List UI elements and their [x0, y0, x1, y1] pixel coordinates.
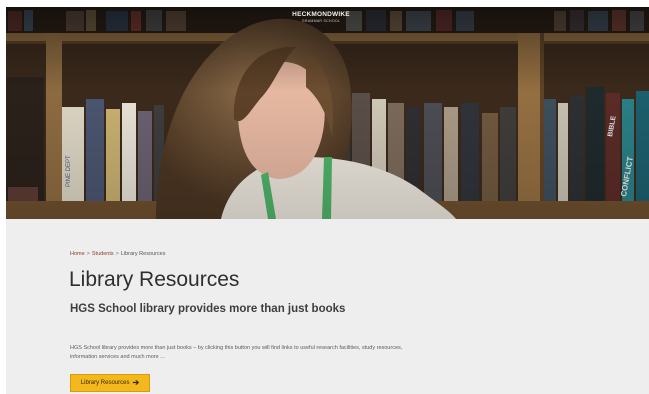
school-logo[interactable]: HECKMONDWIKE GRAMMAR SCHOOL [291, 11, 351, 23]
hero-banner: PINE DEPT BIBLE CONF [6, 7, 649, 219]
logo-subtitle: GRAMMAR SCHOOL [301, 19, 341, 23]
page-title: Library Resources [69, 268, 240, 291]
main-content: Home > Students > Library Resources Libr… [6, 219, 649, 394]
breadcrumb-current: Library Resources [120, 251, 166, 257]
breadcrumb: Home > Students > Library Resources [70, 251, 165, 257]
arrow-right-icon: ➔ [132, 378, 140, 387]
breadcrumb-separator: > [86, 251, 90, 257]
library-resources-button-label: Library Resources [80, 380, 130, 386]
page-subtitle: HGS School library provides more than ju… [70, 303, 346, 315]
page-frame: PINE DEPT BIBLE CONF [6, 7, 649, 394]
logo-title: HECKMONDWIKE [292, 11, 350, 18]
hero-image: PINE DEPT BIBLE CONF [6, 7, 649, 219]
library-resources-button[interactable]: Library Resources ➔ [70, 374, 150, 392]
breadcrumb-home-link[interactable]: Home [70, 251, 85, 257]
page-description: HGS School library provides more than ju… [70, 345, 403, 360]
breadcrumb-separator: > [115, 251, 119, 257]
breadcrumb-students-link[interactable]: Students [92, 251, 114, 257]
